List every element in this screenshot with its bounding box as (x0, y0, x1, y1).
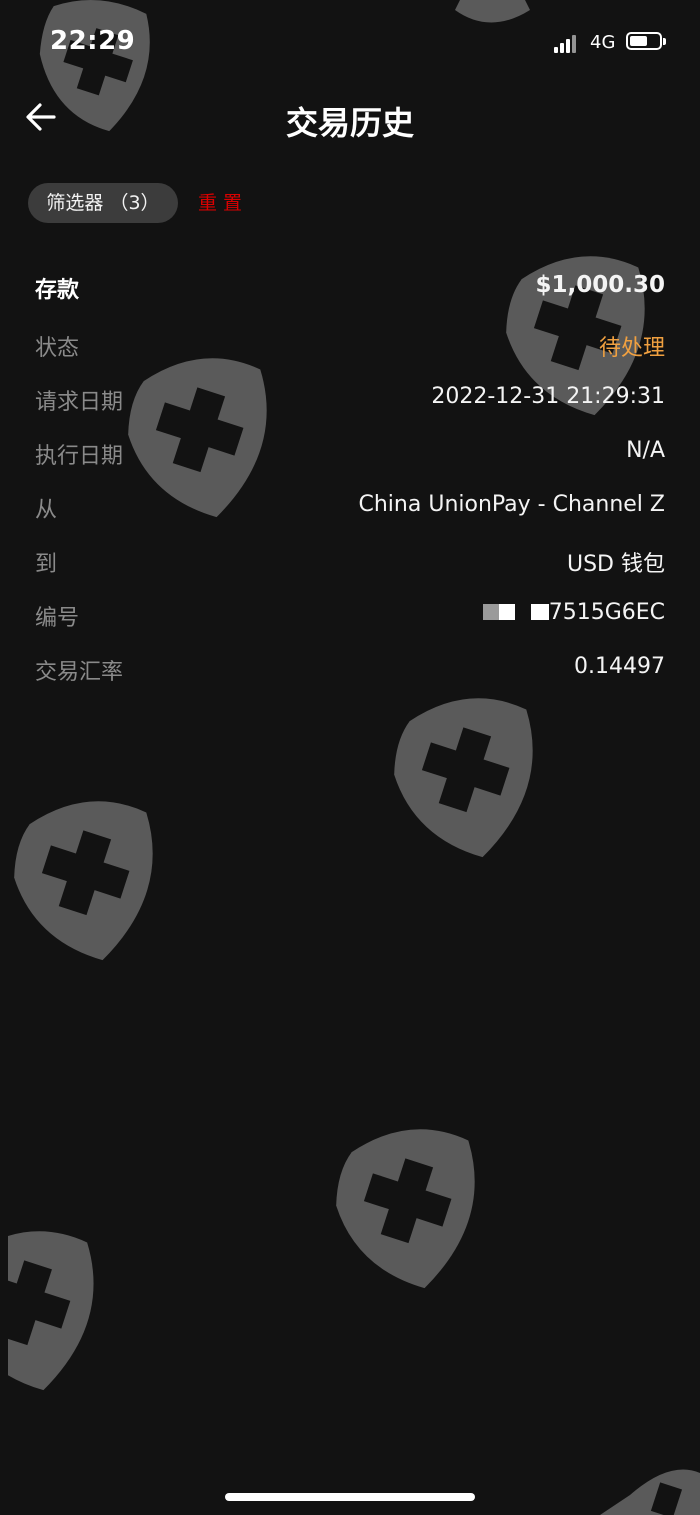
detail-value: 2022-12-31 21:29:31 (431, 384, 665, 409)
detail-label: 请求日期 (35, 390, 124, 415)
status-value: 待处理 (598, 336, 665, 361)
id-value-wrapper: 7515G6EC (482, 600, 665, 625)
network-type: 4G (590, 32, 616, 53)
cellular-signal-icon (554, 33, 582, 53)
detail-row-id: 编号 7515G6EC (35, 588, 665, 642)
detail-label: 从 (35, 498, 58, 523)
status-bar: 22:29 4G (0, 0, 700, 80)
transaction-details: 存款 $1,000.30 状态 待处理 请求日期 2022-12-31 21:2… (35, 260, 665, 696)
watermark-shield-icon (14, 801, 153, 961)
detail-row-execution-date: 执行日期 N/A (35, 426, 665, 480)
watermark-shield-icon (394, 698, 533, 858)
home-indicator[interactable] (225, 1493, 475, 1501)
watermark-shield-icon (600, 1469, 700, 1515)
redaction-block (498, 604, 515, 620)
detail-row-exchange-rate: 交易汇率 0.14497 (35, 642, 665, 696)
battery-icon (626, 32, 666, 52)
redaction-block (530, 604, 549, 620)
filter-button[interactable]: 筛选器 （3） (28, 183, 178, 223)
header: 交易历史 (0, 80, 700, 156)
transaction-header-row: 存款 $1,000.30 (35, 260, 665, 318)
id-value: 7515G6EC (548, 600, 665, 625)
detail-label: 编号 (35, 606, 80, 631)
detail-row-to: 到 USD 钱包 (35, 534, 665, 588)
detail-row-request-date: 请求日期 2022-12-31 21:29:31 (35, 372, 665, 426)
redaction-block (482, 604, 499, 620)
reset-button[interactable]: 重置 (198, 183, 248, 223)
transaction-type: 存款 (35, 278, 80, 303)
detail-label: 执行日期 (35, 444, 124, 469)
detail-row-status: 状态 待处理 (35, 318, 665, 372)
detail-value: N/A (626, 438, 665, 463)
page-title: 交易历史 (285, 104, 414, 142)
detail-value: USD 钱包 (566, 552, 665, 577)
detail-label: 状态 (35, 336, 80, 361)
transaction-amount: $1,000.30 (535, 272, 666, 298)
detail-label: 到 (35, 552, 58, 577)
status-time: 22:29 (50, 26, 136, 56)
detail-label: 交易汇率 (35, 660, 124, 685)
detail-value: China UnionPay - Channel Z (358, 492, 666, 517)
watermark-shield-icon (336, 1129, 475, 1289)
watermark-shield-icon (8, 1231, 94, 1391)
detail-value: 0.14497 (574, 654, 665, 679)
detail-row-from: 从 China UnionPay - Channel Z (35, 480, 665, 534)
